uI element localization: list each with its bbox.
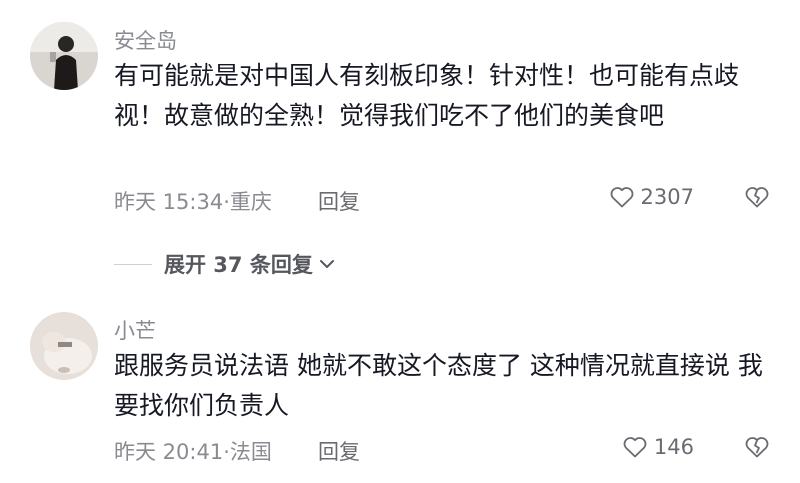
comment-time: 昨天 20:41 <box>114 440 224 464</box>
dislike-button[interactable] <box>744 435 770 463</box>
chevron-down-icon <box>319 260 334 268</box>
dislike-button[interactable] <box>744 185 770 213</box>
comment-username[interactable]: 小芒 <box>114 315 156 345</box>
broken-heart-icon <box>745 187 769 208</box>
user-avatar-icon <box>30 312 98 380</box>
comment-item: 小芒 跟服务员说法语 她就不敢这个态度了 这种情况就直接说 我要找你们负责人 昨… <box>0 290 800 483</box>
comment-username[interactable]: 安全岛 <box>114 25 177 55</box>
expand-replies-label: 展开 37 条回复 <box>164 253 313 277</box>
avatar[interactable] <box>30 22 98 90</box>
comment-meta: 昨天 15:34·重庆 <box>114 190 272 214</box>
like-button[interactable]: 2307 <box>609 185 694 209</box>
comment-time: 昨天 15:34 <box>114 190 224 214</box>
comment-location: 重庆 <box>229 190 272 214</box>
comment-item: 安全岛 有可能就是对中国人有刻板印象！针对性！也可能有点歧视！故意做的全熟！觉得… <box>0 0 800 240</box>
like-button[interactable]: 146 <box>622 435 694 459</box>
comment-text: 跟服务员说法语 她就不敢这个态度了 这种情况就直接说 我要找你们负责人 <box>114 351 763 420</box>
user-avatar-icon <box>30 22 98 90</box>
heart-icon <box>623 437 647 458</box>
comment-text: 有可能就是对中国人有刻板印象！针对性！也可能有点歧视！故意做的全熟！觉得我们吃不… <box>114 61 740 130</box>
like-count: 2307 <box>640 185 694 209</box>
like-count: 146 <box>653 435 694 459</box>
reply-button[interactable]: 回复 <box>318 436 360 466</box>
heart-icon <box>610 187 633 208</box>
comment-location: 法国 <box>229 440 272 464</box>
reply-button[interactable]: 回复 <box>318 186 360 216</box>
expand-replies-button[interactable]: 展开 37 条回复 <box>114 249 335 279</box>
broken-heart-icon <box>745 437 769 458</box>
divider <box>114 263 152 265</box>
avatar[interactable] <box>30 312 98 380</box>
comment-meta: 昨天 20:41·法国 <box>114 440 272 464</box>
